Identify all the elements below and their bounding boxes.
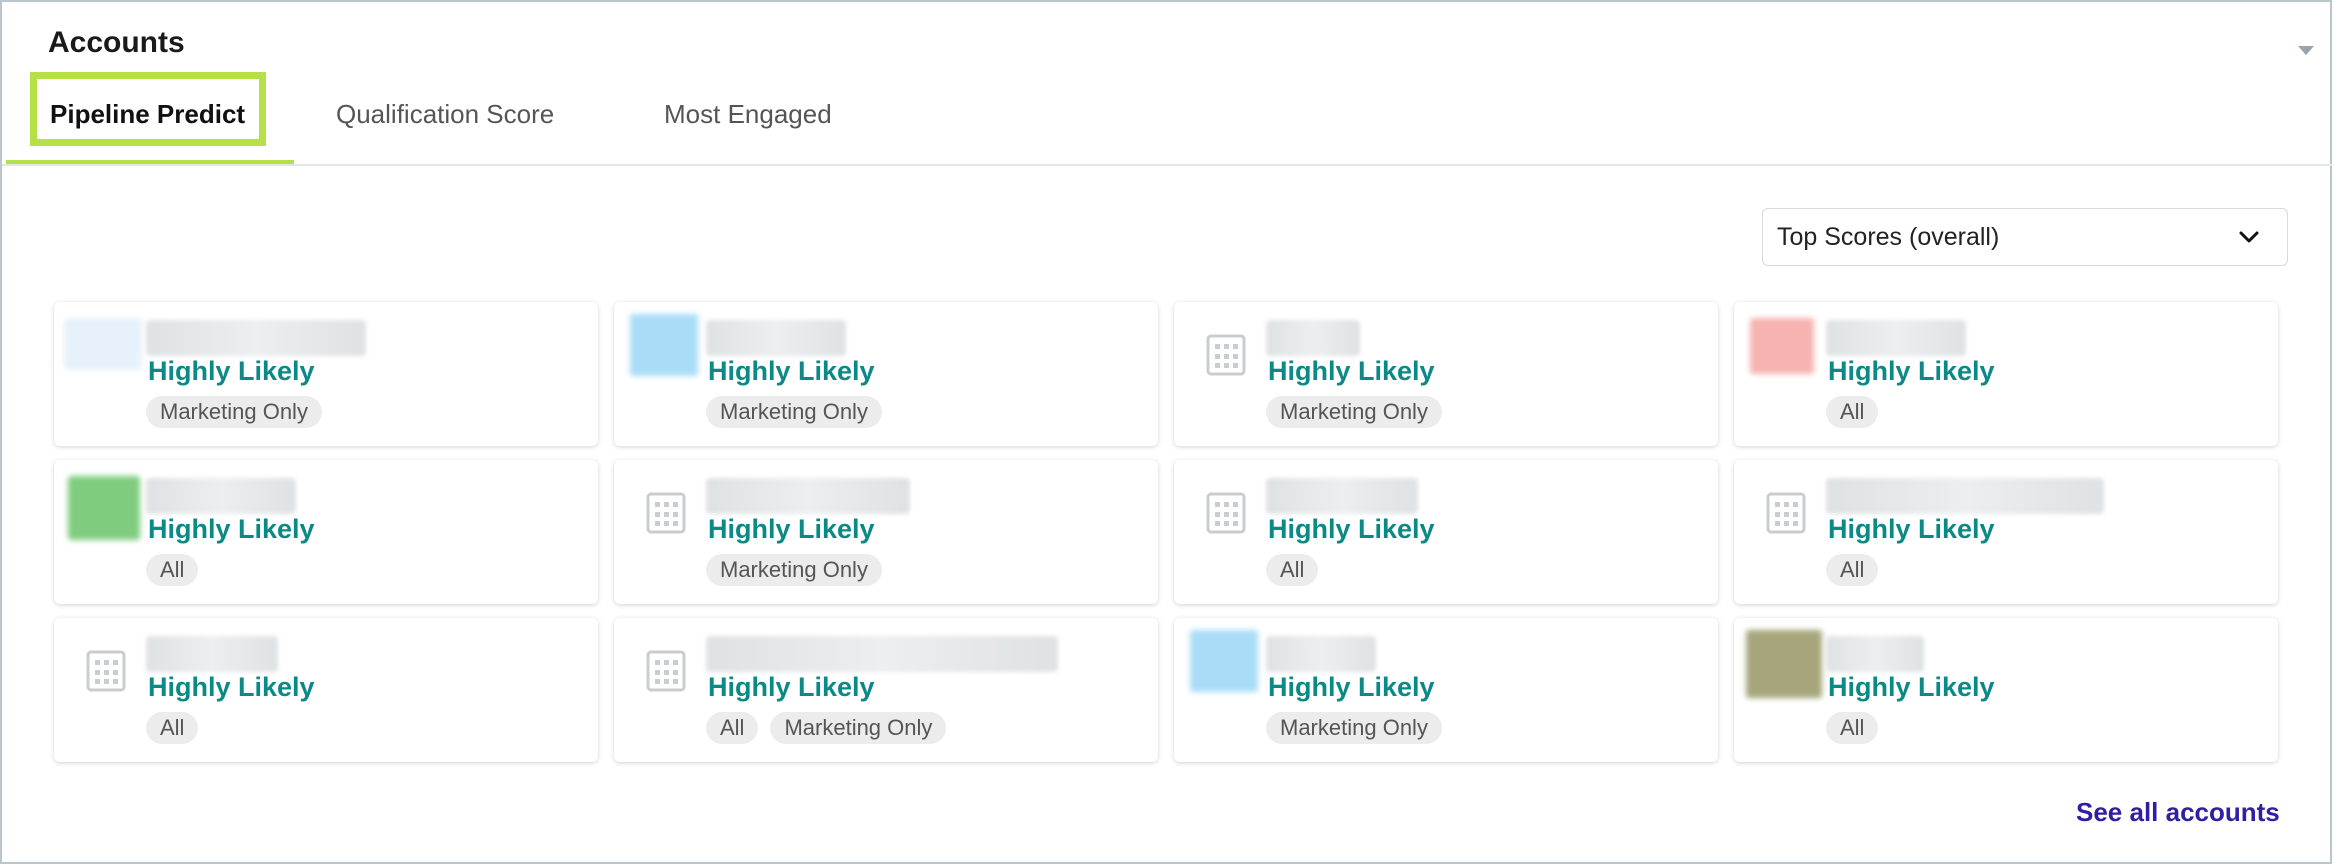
account-card[interactable]: Highly Likely All bbox=[1174, 460, 1718, 604]
account-card[interactable]: Highly Likely All bbox=[54, 460, 598, 604]
tab-pipeline-predict[interactable]: Pipeline Predict bbox=[50, 64, 245, 164]
account-card[interactable]: Highly Likely Marketing Only bbox=[1174, 302, 1718, 446]
accounts-panel: Accounts Pipeline Predict Qualification … bbox=[0, 0, 2332, 864]
segment-tag: All bbox=[706, 712, 759, 744]
account-card[interactable]: Highly Likely All bbox=[54, 618, 598, 762]
tab-most-engaged[interactable]: Most Engaged bbox=[664, 64, 832, 164]
tag-list: All bbox=[146, 712, 199, 744]
tab-qualification-score[interactable]: Qualification Score bbox=[336, 64, 554, 164]
tag-list: Marketing Only bbox=[146, 396, 322, 428]
account-card[interactable]: Highly Likely Marketing Only bbox=[614, 460, 1158, 604]
building-icon bbox=[646, 492, 686, 534]
account-name-redacted[interactable] bbox=[146, 320, 366, 356]
tag-list: Marketing Only bbox=[706, 554, 882, 586]
active-tab-underline bbox=[6, 160, 294, 164]
likelihood-label: Highly Likely bbox=[1828, 672, 1995, 702]
sort-dropdown-value: Top Scores (overall) bbox=[1777, 222, 2000, 251]
account-card[interactable]: Highly Likely All bbox=[1734, 302, 2278, 446]
likelihood-label: Highly Likely bbox=[1828, 514, 1995, 544]
account-logo bbox=[64, 318, 142, 370]
likelihood-label: Highly Likely bbox=[1268, 514, 1435, 544]
likelihood-label: Highly Likely bbox=[148, 672, 315, 702]
tab-bar: Pipeline Predict Qualification Score Mos… bbox=[2, 64, 2332, 166]
segment-tag: Marketing Only bbox=[770, 712, 947, 744]
tag-list: Marketing Only bbox=[1266, 396, 1442, 428]
segment-tag: All bbox=[146, 712, 199, 744]
segment-tag: All bbox=[1826, 396, 1879, 428]
segment-tag: Marketing Only bbox=[706, 396, 882, 428]
tag-list: Marketing Only bbox=[706, 396, 882, 428]
account-card[interactable]: Highly Likely Marketing Only bbox=[614, 302, 1158, 446]
account-name-redacted[interactable] bbox=[146, 478, 296, 514]
account-card[interactable]: Highly Likely All bbox=[1734, 460, 2278, 604]
account-name-redacted[interactable] bbox=[1266, 478, 1418, 514]
account-name-redacted[interactable] bbox=[1826, 320, 1966, 356]
building-icon bbox=[86, 650, 126, 692]
tag-list: All bbox=[1826, 554, 1879, 586]
building-icon bbox=[1206, 492, 1246, 534]
tag-list: All bbox=[1266, 554, 1319, 586]
tag-list: Marketing Only bbox=[1266, 712, 1442, 744]
account-name-redacted[interactable] bbox=[1826, 478, 2104, 514]
panel-title: Accounts bbox=[48, 26, 185, 59]
likelihood-label: Highly Likely bbox=[708, 356, 875, 386]
likelihood-label: Highly Likely bbox=[1828, 356, 1995, 386]
tag-list: All bbox=[1826, 396, 1879, 428]
segment-tag: All bbox=[1266, 554, 1319, 586]
likelihood-label: Highly Likely bbox=[148, 514, 315, 544]
sort-dropdown[interactable]: Top Scores (overall) bbox=[1762, 208, 2288, 266]
chevron-down-icon bbox=[2239, 231, 2259, 243]
account-name-redacted[interactable] bbox=[706, 320, 846, 356]
building-icon bbox=[1766, 492, 1806, 534]
segment-tag: Marketing Only bbox=[706, 554, 882, 586]
segment-tag: All bbox=[146, 554, 199, 586]
likelihood-label: Highly Likely bbox=[148, 356, 315, 386]
account-name-redacted[interactable] bbox=[1266, 636, 1376, 672]
building-icon bbox=[1206, 334, 1246, 376]
tag-list: All Marketing Only bbox=[706, 712, 947, 744]
tag-list: All bbox=[1826, 712, 1879, 744]
account-name-redacted[interactable] bbox=[1266, 320, 1360, 356]
account-logo bbox=[68, 476, 140, 540]
account-logo bbox=[630, 314, 698, 376]
see-all-accounts-link[interactable]: See all accounts bbox=[2076, 797, 2280, 828]
tag-list: All bbox=[146, 554, 199, 586]
account-card[interactable]: Highly Likely Marketing Only bbox=[54, 302, 598, 446]
account-name-redacted[interactable] bbox=[706, 478, 910, 514]
account-name-redacted[interactable] bbox=[146, 636, 278, 672]
segment-tag: Marketing Only bbox=[1266, 712, 1442, 744]
likelihood-label: Highly Likely bbox=[1268, 672, 1435, 702]
account-card[interactable]: Highly Likely All bbox=[1734, 618, 2278, 762]
likelihood-label: Highly Likely bbox=[708, 514, 875, 544]
segment-tag: All bbox=[1826, 712, 1879, 744]
building-icon bbox=[646, 650, 686, 692]
likelihood-label: Highly Likely bbox=[1268, 356, 1435, 386]
account-name-redacted[interactable] bbox=[1826, 636, 1924, 672]
segment-tag: Marketing Only bbox=[146, 396, 322, 428]
account-logo bbox=[1190, 630, 1258, 692]
account-logo bbox=[1746, 630, 1822, 698]
collapse-caret-icon[interactable] bbox=[2298, 46, 2314, 55]
segment-tag: Marketing Only bbox=[1266, 396, 1442, 428]
likelihood-label: Highly Likely bbox=[708, 672, 875, 702]
account-logo bbox=[1750, 318, 1814, 374]
account-card[interactable]: Highly Likely Marketing Only bbox=[1174, 618, 1718, 762]
segment-tag: All bbox=[1826, 554, 1879, 586]
account-name-redacted[interactable] bbox=[706, 636, 1058, 672]
account-card[interactable]: Highly Likely All Marketing Only bbox=[614, 618, 1158, 762]
